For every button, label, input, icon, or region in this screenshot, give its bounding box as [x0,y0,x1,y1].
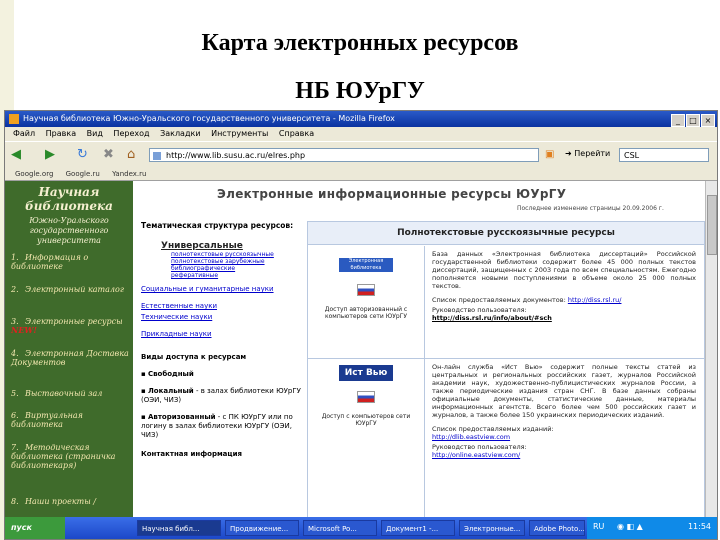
menu-bookmarks[interactable]: Закладки [160,129,200,138]
bookmark-item[interactable]: Yandex.ru [112,170,146,178]
go-button[interactable]: ➜ Перейти [565,149,610,158]
menu-view[interactable]: Вид [87,129,103,138]
resource-guide-link[interactable]: http://online.eastview.com/ [432,451,696,459]
menu-edit[interactable]: Правка [46,129,76,138]
eastview-logo[interactable]: Ист Вью [339,365,393,381]
taskbar-item[interactable]: Документ1 -... [381,520,455,536]
section-title: Тематическая структура ресурсов: [141,221,294,230]
firefox-icon [9,114,19,124]
clock: 11:54 [687,522,711,531]
access-item: ▪ Авторизованный - с ПК ЮУрГУ или по лог… [141,413,293,439]
taskbar-item[interactable]: Adobe Photo... [529,520,585,536]
access-item: ▪ Свободный [141,370,194,378]
taskbar-item[interactable]: Электронные... [459,520,525,536]
logo-title: Научная библиотека [25,185,113,213]
flag-icon [308,391,424,405]
slide-subtitle: НБ ЮУрГУ [295,78,425,104]
search-input[interactable]: CSL [619,148,709,162]
universal-sublink[interactable]: реферативные [171,272,301,279]
bookmark-item[interactable]: Google.org [15,170,53,178]
slide-title: Карта электронных ресурсов [201,30,519,56]
resource-description: Он-лайн служба «Ист Вью» содержит полные… [432,363,696,459]
resource-logo-cell: Электронная библиотека диссертаций Досту… [308,246,425,358]
bookmarks-toolbar: Google.org Google.ru Yandex.ru [5,168,717,181]
browser-screenshot: Научная библиотека Южно-Уральского госуд… [4,110,718,540]
resources-title: Полнотекстовые русскоязычные ресурсы [308,222,704,245]
page-title: Электронные информационные ресурсы ЮУрГУ [217,187,567,201]
universal-sublink[interactable]: полнотекстовые русскоязычные [171,251,301,258]
social-sciences-link[interactable]: Социальные и гуманитарные науки [141,285,301,294]
applied-sciences-link[interactable]: Прикладные науки [141,330,301,339]
universal-link[interactable]: Универсальные [161,242,301,251]
page-icon [153,152,161,160]
menu-go[interactable]: Переход [113,129,149,138]
menu-bar: Файл Правка Вид Переход Закладки Инструм… [5,127,717,141]
new-badge: NEW! [11,325,37,335]
resource-logo-cell: Ист Вью Доступ с компьютеров сети ЮУрГУ [308,359,425,517]
dissertations-logo[interactable]: Электронная библиотека диссертаций [339,258,393,278]
scrollbar-thumb[interactable] [707,195,717,255]
library-logo: Научная библиотека Южно-Уральского госуд… [11,185,127,246]
tray-icons: ◉ ◧ ▲ [617,522,643,531]
sidebar-item-projects[interactable]: 8. Наши проекты / [11,497,129,506]
sidebar-item-virtual[interactable]: 6. Виртуальная библиотека [11,411,129,429]
universal-sublink[interactable]: полнотекстовые зарубежные [171,258,301,265]
rss-icon[interactable]: ▣ [545,149,554,160]
sidebar-item-info[interactable]: 1. Информация о библиотеке [11,253,129,271]
access-item: ▪ Локальный - в залах библиотеки ЮУрГУ (… [141,387,301,404]
windows-taskbar: пуск Научная библ... Продвижение... Micr… [5,517,717,539]
resource-access: Доступ с компьютеров сети ЮУрГУ [321,413,411,427]
library-sidebar: Научная библиотека Южно-Уральского госуд… [5,181,133,517]
forward-icon[interactable]: ▶ [45,147,55,162]
address-bar[interactable]: http://www.lib.susu.ac.ru/elres.php [149,148,539,162]
url-text: http://www.lib.susu.ac.ru/elres.php [166,151,306,160]
resource-access: Доступ авторизованный с компьютеров сети… [324,306,408,320]
close-button[interactable]: × [701,114,715,127]
universal-sublink[interactable]: библиографические [171,265,301,272]
window-title: Научная библиотека Южно-Уральского госуд… [23,114,395,123]
menu-help[interactable]: Справка [279,129,314,138]
technical-sciences-link[interactable]: Технические науки [141,313,301,322]
navigation-toolbar: ◀ ▶ ↻ ✖ ⌂ http://www.lib.susu.ac.ru/elre… [5,141,717,169]
sidebar-item-eresources[interactable]: 3. Электронные ресурсы NEW! [11,317,129,335]
home-icon[interactable]: ⌂ [127,147,135,162]
maximize-button[interactable]: □ [686,114,700,127]
vertical-scrollbar[interactable] [705,181,717,517]
start-button[interactable]: пуск [5,517,65,539]
sidebar-item-methodical[interactable]: 7. Методическая библиотека (страничка биб… [11,443,129,470]
universal-sublist: полнотекстовые русскоязычные полнотексто… [171,251,301,279]
stop-icon[interactable]: ✖ [103,147,114,162]
flag-icon [308,284,424,298]
fulltext-russian-resources: Полнотекстовые русскоязычные ресурсы Эле… [307,221,705,517]
thematic-structure: Тематическая структура ресурсов: Универс… [141,221,301,517]
taskbar-item[interactable]: Продвижение... [225,520,299,536]
taskbar-item[interactable]: Научная библ... [137,520,221,536]
natural-sciences-link[interactable]: Естественные науки [141,302,301,311]
contact-link[interactable]: Контактная информация [141,450,301,459]
page-viewport: Научная библиотека Южно-Уральского госуд… [5,181,705,517]
language-indicator[interactable]: RU [593,522,604,531]
resource-description: База данных «Электронная библиотека дисс… [432,250,696,322]
sidebar-item-catalog[interactable]: 2. Электронный каталог [11,285,129,294]
taskbar-item[interactable]: Microsoft Po... [303,520,377,536]
window-titlebar: Научная библиотека Южно-Уральского госуд… [5,111,717,127]
reload-icon[interactable]: ↻ [77,147,88,162]
resource-link[interactable]: http://dlib.eastview.com [432,433,696,441]
sidebar-item-delivery[interactable]: 4. Электронная Доставка Документов [11,349,129,367]
sidebar-item-exhibition[interactable]: 5. Выставочный зал [11,389,129,398]
minimize-button[interactable]: _ [671,114,685,127]
logo-subtitle: Южно-Уральского государственного универс… [29,216,109,245]
system-tray: RU ◉ ◧ ▲ 11:54 [587,517,717,539]
access-title: Виды доступа к ресурсам [141,353,247,361]
resource-guide-link[interactable]: http://diss.rsl.ru/info/about/#sch [432,314,696,322]
menu-file[interactable]: Файл [13,129,35,138]
go-label: Перейти [574,149,611,158]
resource-link[interactable]: http://diss.rsl.ru/ [568,296,622,304]
bookmark-item[interactable]: Google.ru [66,170,100,178]
back-icon[interactable]: ◀ [11,147,21,162]
last-updated: Последнее изменение страницы 20.09.2006 … [517,205,664,212]
menu-tools[interactable]: Инструменты [211,129,268,138]
main-content: Электронные информационные ресурсы ЮУрГУ… [135,181,705,517]
